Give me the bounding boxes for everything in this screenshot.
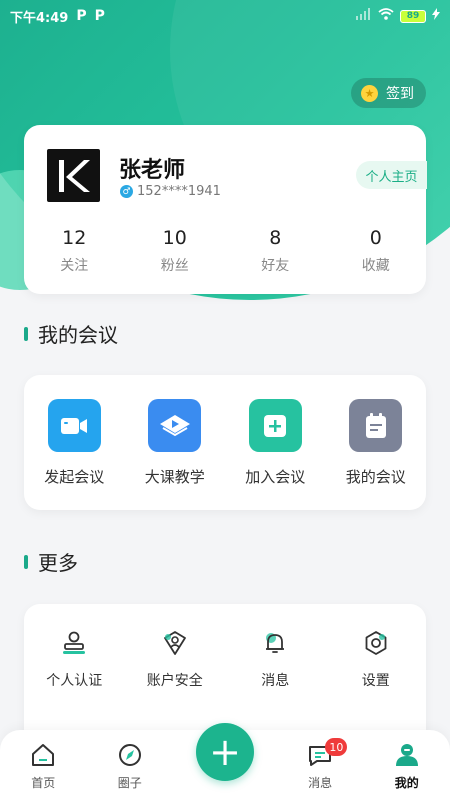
section-title-text: 我的会议 (38, 323, 118, 347)
notepad-icon (349, 399, 403, 452)
stat-friends[interactable]: 8 好友 (225, 227, 326, 275)
create-button[interactable]: + (196, 723, 254, 781)
tab-label: 我的 (394, 776, 419, 790)
stat-number: 10 (162, 227, 187, 249)
more-item-label: 设置 (361, 673, 390, 689)
person-verify-icon (59, 628, 89, 658)
checkin-label: 签到 (386, 86, 414, 102)
male-icon: ♂ (120, 185, 133, 198)
tab-label: 首页 (31, 776, 56, 790)
user-phone: ♂ 152****1941 (120, 184, 221, 199)
lecture-teaching-button[interactable]: 大课教学 (125, 399, 226, 510)
stat-label: 收藏 (361, 258, 390, 274)
stat-label: 好友 (261, 258, 290, 274)
notification-icon: P (76, 8, 87, 24)
meeting-item-label: 发起会议 (44, 468, 105, 486)
home-icon (30, 743, 56, 771)
notification-icon-2: P (94, 8, 105, 24)
section-title-text: 更多 (38, 551, 78, 575)
star-coin-icon: ★ (361, 84, 378, 102)
status-bar: 下午4:49 P P 89 (0, 0, 450, 32)
section-title-more: 更多 (24, 547, 78, 576)
message-count-badge: 10 (325, 738, 348, 756)
gear-icon (361, 628, 391, 658)
battery-icon: 89 (400, 9, 426, 23)
meetings-card: 发起会议 大课教学 加入会议 我的会议 (24, 375, 426, 510)
tab-circle[interactable]: 圈子 (87, 730, 174, 800)
stat-label: 粉丝 (160, 258, 189, 274)
compass-icon (117, 743, 143, 771)
section-title-meetings: 我的会议 (24, 319, 118, 348)
stats-row: 12 关注 10 粉丝 8 好友 0 收藏 (24, 227, 426, 275)
meeting-item-label: 加入会议 (245, 468, 306, 486)
tab-label: 消息 (308, 776, 333, 790)
profile-card: 张老师 ♂ 152****1941 个人主页 12 关注 10 粉丝 8 好友 … (24, 125, 427, 294)
section-accent (24, 326, 28, 341)
my-meetings-button[interactable]: 我的会议 (326, 399, 427, 510)
profile-icon (394, 743, 420, 771)
stat-favorites[interactable]: 0 收藏 (326, 227, 427, 275)
stat-number: 12 (62, 227, 87, 249)
stat-label: 关注 (60, 258, 89, 274)
stat-number: 8 (269, 227, 282, 249)
tab-profile[interactable]: 我的 (363, 730, 450, 800)
more-item-label: 消息 (261, 673, 290, 689)
video-camera-icon (47, 399, 101, 452)
status-time: 下午4:49 (10, 10, 69, 26)
tab-messages[interactable]: 10 消息 (277, 730, 364, 800)
add-meeting-icon (248, 399, 302, 452)
start-meeting-button[interactable]: 发起会议 (24, 399, 125, 510)
signal-icon (356, 8, 372, 24)
avatar[interactable] (47, 149, 100, 202)
tab-home[interactable]: 首页 (0, 730, 87, 800)
checkin-button[interactable]: ★ 签到 (351, 78, 426, 108)
play-lesson-icon (148, 399, 202, 452)
stat-fans[interactable]: 10 粉丝 (125, 227, 226, 275)
shield-user-icon (160, 628, 190, 658)
wifi-icon (378, 8, 394, 24)
charging-icon (432, 8, 440, 24)
more-item-label: 账户安全 (146, 673, 203, 689)
meeting-item-label: 我的会议 (345, 468, 406, 486)
more-item-label: 个人认证 (46, 673, 103, 689)
phone-number: 152****1941 (137, 184, 221, 199)
user-name: 张老师 (119, 158, 186, 183)
homepage-button[interactable]: 个人主页 (356, 161, 427, 189)
stat-number: 0 (369, 227, 382, 249)
join-meeting-button[interactable]: 加入会议 (225, 399, 326, 510)
meeting-item-label: 大课教学 (144, 468, 205, 486)
tab-label: 圈子 (117, 776, 142, 790)
stat-following[interactable]: 12 关注 (24, 227, 125, 275)
bell-icon (260, 628, 290, 658)
section-accent (24, 554, 28, 569)
